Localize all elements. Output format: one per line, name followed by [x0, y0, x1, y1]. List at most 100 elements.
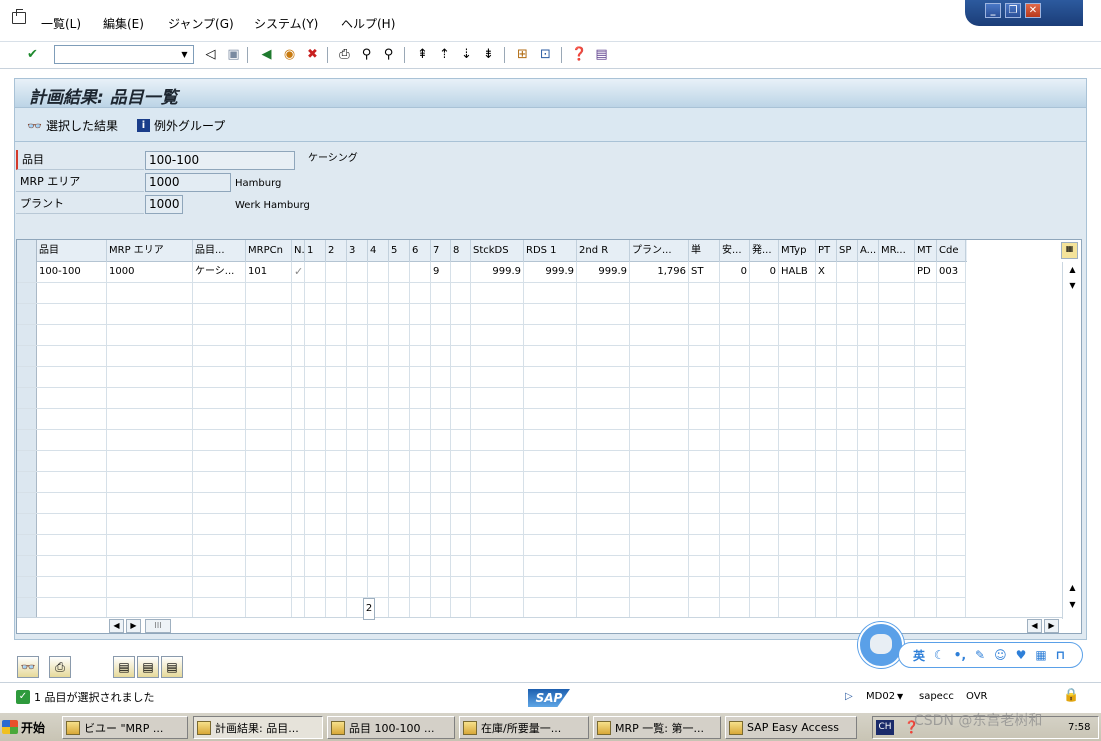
table-cell[interactable]	[305, 493, 326, 513]
table-cell[interactable]	[816, 388, 837, 408]
select-all-cell[interactable]	[17, 240, 37, 262]
table-cell[interactable]	[292, 346, 305, 366]
table-cell[interactable]	[524, 556, 577, 576]
table-cell[interactable]	[410, 535, 431, 555]
table-cell[interactable]	[292, 556, 305, 576]
table-cell[interactable]	[431, 577, 451, 597]
column-header[interactable]: 2	[326, 240, 347, 262]
table-cell[interactable]	[410, 577, 431, 597]
lock-icon[interactable]: ⊓	[1056, 648, 1066, 662]
table-cell[interactable]	[326, 451, 347, 471]
minimize-button[interactable]: _	[985, 3, 1001, 18]
table-cell[interactable]	[107, 409, 193, 429]
table-cell[interactable]	[368, 367, 389, 387]
table-cell[interactable]	[368, 304, 389, 324]
table-cell[interactable]	[292, 577, 305, 597]
table-cell[interactable]	[107, 556, 193, 576]
table-cell[interactable]	[246, 577, 292, 597]
table-cell[interactable]	[577, 493, 630, 513]
table-cell[interactable]	[915, 409, 937, 429]
close-button[interactable]: ✕	[1025, 3, 1041, 18]
table-cell[interactable]: 999.9	[577, 262, 630, 282]
wrench-icon[interactable]: ✎	[975, 648, 985, 662]
table-cell[interactable]	[410, 325, 431, 345]
table-cell[interactable]	[577, 577, 630, 597]
table-cell[interactable]	[720, 598, 750, 618]
table-row[interactable]	[17, 283, 966, 304]
table-cell[interactable]	[389, 556, 410, 576]
table-cell[interactable]	[837, 262, 858, 282]
table-cell[interactable]	[368, 451, 389, 471]
last-page-icon[interactable]: ⇟	[480, 46, 497, 63]
table-cell[interactable]	[326, 535, 347, 555]
table-cell[interactable]	[451, 430, 471, 450]
shortcut-icon[interactable]: ⊡	[537, 46, 554, 63]
table-cell[interactable]	[750, 598, 779, 618]
table-cell[interactable]	[326, 367, 347, 387]
table-cell[interactable]	[193, 304, 246, 324]
table-cell[interactable]	[451, 262, 471, 282]
table-cell[interactable]	[915, 577, 937, 597]
row-selector[interactable]	[17, 493, 37, 513]
table-cell[interactable]	[451, 577, 471, 597]
table-cell[interactable]	[292, 388, 305, 408]
find-next-icon[interactable]: ⚲	[380, 46, 397, 63]
table-cell[interactable]	[689, 577, 720, 597]
table-cell[interactable]: 101	[246, 262, 292, 282]
table-cell[interactable]	[451, 556, 471, 576]
table-cell[interactable]	[471, 409, 524, 429]
table-cell[interactable]	[193, 388, 246, 408]
table-cell[interactable]	[305, 346, 326, 366]
table-cell[interactable]	[937, 472, 966, 492]
table-cell[interactable]	[577, 430, 630, 450]
table-cell[interactable]	[347, 514, 368, 534]
table-cell[interactable]	[107, 430, 193, 450]
column-header[interactable]: N.	[292, 240, 305, 262]
column-header[interactable]: 3	[347, 240, 368, 262]
table-cell[interactable]	[689, 325, 720, 345]
table-cell[interactable]	[779, 451, 816, 471]
table-cell[interactable]	[107, 535, 193, 555]
table-cell[interactable]	[368, 577, 389, 597]
table-cell[interactable]	[107, 493, 193, 513]
menu-list[interactable]: 一覧(L)	[41, 15, 81, 32]
punctuation-icon[interactable]: •,	[954, 648, 966, 662]
table-cell[interactable]	[368, 556, 389, 576]
table-cell[interactable]	[750, 472, 779, 492]
column-header[interactable]: 品目	[37, 240, 107, 262]
table-cell[interactable]	[193, 430, 246, 450]
table-cell[interactable]	[471, 325, 524, 345]
scroll-up-icon[interactable]: ▲	[1065, 264, 1080, 278]
table-cell[interactable]	[246, 598, 292, 618]
table-row[interactable]	[17, 514, 966, 535]
table-cell[interactable]	[915, 346, 937, 366]
table-cell[interactable]	[858, 346, 879, 366]
table-cell[interactable]	[858, 577, 879, 597]
table-cell[interactable]	[720, 556, 750, 576]
table-cell[interactable]	[915, 535, 937, 555]
table-cell[interactable]	[471, 556, 524, 576]
column-header[interactable]: 発...	[750, 240, 779, 262]
table-cell[interactable]	[107, 346, 193, 366]
column-settings-icon[interactable]: ▦	[1061, 242, 1078, 259]
column-header[interactable]: StckDS	[471, 240, 524, 262]
table-cell[interactable]	[630, 304, 689, 324]
table-cell[interactable]	[524, 388, 577, 408]
table-cell[interactable]	[326, 304, 347, 324]
table-cell[interactable]	[879, 535, 915, 555]
table-cell[interactable]	[750, 367, 779, 387]
table-cell[interactable]	[471, 535, 524, 555]
row-selector[interactable]	[17, 472, 37, 492]
table-cell[interactable]	[107, 283, 193, 303]
table-cell[interactable]	[720, 367, 750, 387]
table-cell[interactable]	[879, 367, 915, 387]
table-row[interactable]	[17, 346, 966, 367]
print-icon[interactable]: ⎙	[336, 46, 353, 63]
table-cell[interactable]	[246, 451, 292, 471]
table-cell[interactable]	[779, 325, 816, 345]
table-cell[interactable]	[720, 325, 750, 345]
table-cell[interactable]	[915, 493, 937, 513]
first-item-button[interactable]: ▤	[113, 656, 135, 678]
status-message[interactable]: ✓ 1 品目が選択されました	[16, 688, 155, 706]
table-cell[interactable]	[410, 409, 431, 429]
